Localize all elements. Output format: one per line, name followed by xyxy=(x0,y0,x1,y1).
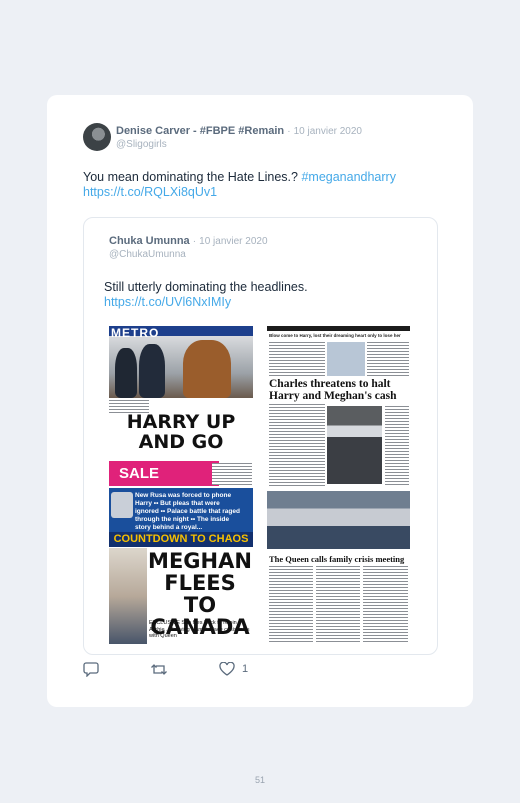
royal-photo xyxy=(109,336,253,398)
quoted-text: Still utterly dominating the headlines. … xyxy=(104,280,424,310)
quoted-body: Still utterly dominating the headlines. xyxy=(104,280,308,294)
reply-icon[interactable] xyxy=(83,662,99,680)
avatar[interactable] xyxy=(83,123,111,151)
exclusive-text: EXCLUSIVE She flies back to rejoin Archi… xyxy=(149,620,250,639)
times-column-1 xyxy=(269,342,325,376)
times-photo-small xyxy=(327,342,365,376)
quoted-url-link[interactable]: https://t.co/UVl6NxIMIy xyxy=(104,295,231,309)
countdown-banner: COUNTDOWN TO CHAOS xyxy=(109,532,253,547)
separator-dot: · xyxy=(287,126,291,137)
metro-masthead: METRO xyxy=(111,326,160,340)
times-headline-2: The Queen calls family crisis meeting xyxy=(269,554,405,564)
quoted-date[interactable]: 10 janvier 2020 xyxy=(199,236,267,247)
tweet-actions xyxy=(83,661,283,680)
sale-small-print xyxy=(212,463,252,485)
times-column-7 xyxy=(363,566,408,642)
quoted-header: Chuka Umunna · 10 janvier 2020 @ChukaUmu… xyxy=(109,235,268,261)
metro-headline-2: AND GO xyxy=(138,431,224,453)
times-masthead-bar xyxy=(267,326,410,331)
tweet-body: You mean dominating the Hate Lines.? xyxy=(83,170,302,184)
royal-family-photo xyxy=(267,491,410,549)
like-count: 1 xyxy=(242,663,249,675)
times-column-2 xyxy=(367,342,409,376)
tweet-url-link[interactable]: https://t.co/RQLXi8qUv1 xyxy=(83,185,217,199)
meghan-photo xyxy=(109,548,147,644)
times-column-5 xyxy=(269,566,313,642)
page-number: 51 xyxy=(254,775,265,785)
metro-headline-1: HARRY UP xyxy=(126,411,236,433)
author-handle[interactable]: @Sligogirls xyxy=(116,138,362,151)
sale-banner: SALE xyxy=(109,461,219,486)
tweet-text: You mean dominating the Hate Lines.? #me… xyxy=(83,170,433,200)
retweet-icon[interactable] xyxy=(150,662,168,680)
hashtag-link[interactable]: #meganandharry xyxy=(301,170,396,184)
tweet-date[interactable]: 10 janvier 2020 xyxy=(294,126,362,137)
newspaper-image[interactable]: METRO HARRY UP AND GO SALE New Rusa was … xyxy=(109,326,412,644)
heart-icon[interactable] xyxy=(219,661,235,679)
times-topline: Blow come to Harry, lost their dreaming … xyxy=(269,333,401,338)
tweet-header: Denise Carver - #FBPE #Remain · 10 janvi… xyxy=(116,125,362,151)
times-column-4 xyxy=(385,406,409,486)
author-name[interactable]: Denise Carver - #FBPE #Remain xyxy=(116,125,284,137)
blue-box-text: New Rusa was forced to phone Harry •• Bu… xyxy=(135,492,240,531)
quoted-handle[interactable]: @ChukaUmunna xyxy=(109,248,268,261)
metro-front-page: METRO HARRY UP AND GO SALE New Rusa was … xyxy=(109,326,253,644)
charles-photo xyxy=(327,406,382,484)
times-headline: Charles threatens to halt Harry and Megh… xyxy=(269,378,397,402)
times-column-3 xyxy=(269,404,325,488)
separator-dot: · xyxy=(192,236,197,247)
times-column-6 xyxy=(316,566,360,642)
quoted-tweet[interactable]: Chuka Umunna · 10 janvier 2020 @ChukaUmu… xyxy=(83,217,438,655)
times-front-page: Blow come to Harry, lost their dreaming … xyxy=(267,326,410,644)
quoted-author-name[interactable]: Chuka Umunna xyxy=(109,235,190,247)
